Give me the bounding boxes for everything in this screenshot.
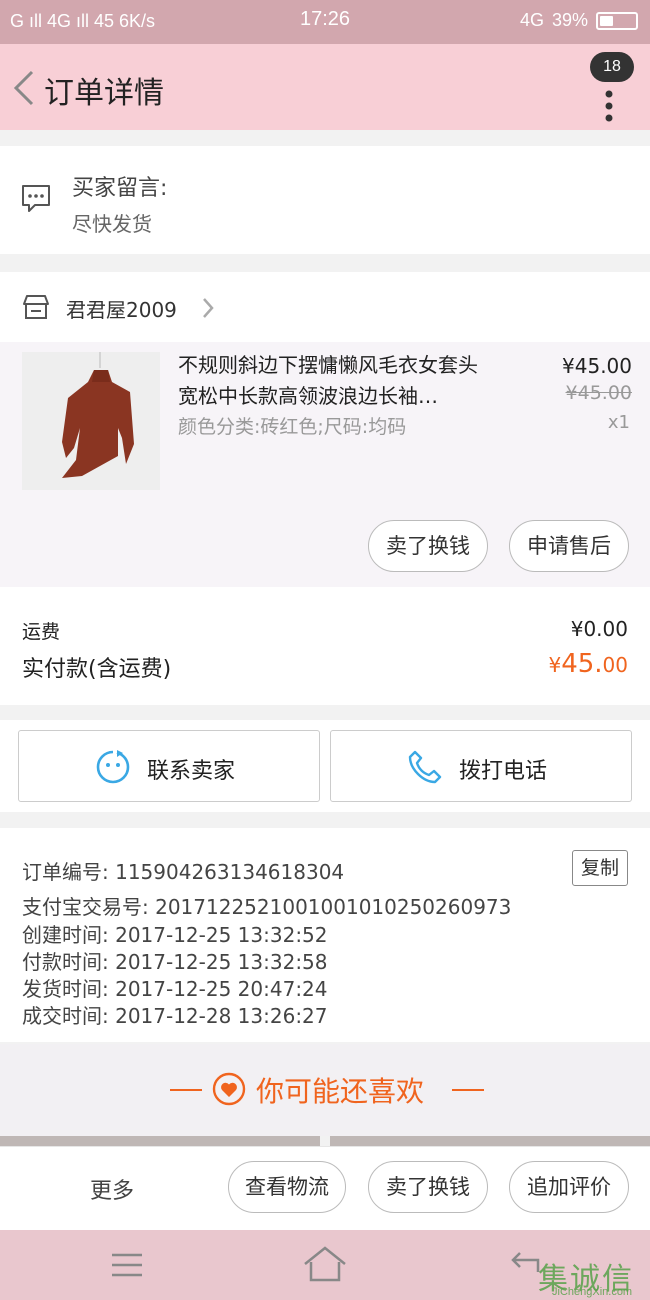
paid-label: 实付款(含运费)	[22, 657, 172, 682]
product-item[interactable]: 不规则斜边下摆慵懒风毛衣女套头宽松中长款高领波浪边长袖… 颜色分类:砖红色;尺码…	[0, 342, 650, 587]
sell-exchange-bottom-button[interactable]: 卖了换钱	[368, 1161, 488, 1213]
alipay-number: 支付宝交易号: 2017122521001001010250260973	[22, 895, 512, 919]
contact-section: 联系卖家 拨打电话	[0, 720, 650, 812]
more-button[interactable]: 更多	[90, 1173, 134, 1205]
shipped-time: 发货时间: 2017-12-25 20:47:24	[22, 977, 328, 1001]
header-bar: 订单详情 18	[0, 44, 650, 130]
message-icon	[22, 185, 50, 212]
status-bar: G ıll 4G ıll 45 6K/s 17:26 4G 39%	[0, 0, 650, 44]
home-icon[interactable]	[302, 1244, 348, 1284]
fee-summary: 运费 ¥0.00 实付款(含运费) ¥45.00	[0, 587, 650, 705]
recommend-title: 你可能还喜欢	[256, 1075, 425, 1108]
page-title: 订单详情	[44, 76, 164, 111]
paid-integer: 45.	[561, 649, 603, 679]
after-sale-button[interactable]: 申请售后	[509, 520, 629, 572]
more-dots-icon[interactable]	[604, 80, 614, 132]
smile-chat-icon	[96, 750, 130, 784]
buyer-message-content: 尽快发货	[72, 212, 152, 236]
notification-badge: 18	[590, 52, 634, 82]
product-quantity: x1	[607, 412, 630, 433]
recommend-thumb-left[interactable]	[0, 1136, 320, 1146]
back-arrow-icon[interactable]	[10, 68, 40, 108]
bottom-action-bar: 更多 查看物流 卖了换钱 追加评价	[0, 1146, 650, 1230]
paid-decimal: 00	[602, 653, 628, 677]
buyer-message-section: 买家留言: 尽快发货	[0, 146, 650, 254]
shop-name[interactable]: 君君屋2009	[66, 294, 177, 323]
copy-button[interactable]: 复制	[572, 850, 628, 886]
divider-right	[452, 1089, 484, 1091]
battery-text: 39%	[551, 10, 588, 30]
status-right: 4G 39%	[520, 10, 638, 31]
product-original-price: ¥45.00	[565, 382, 632, 404]
watermark-sub: JiChengXin.com	[552, 1286, 633, 1298]
call-phone-label: 拨打电话	[459, 759, 548, 784]
shipping-value: ¥0.00	[570, 617, 628, 641]
phone-icon	[408, 750, 442, 784]
contact-seller-button[interactable]: 联系卖家	[18, 730, 320, 802]
recommend-header: 你可能还喜欢	[0, 1044, 650, 1136]
chevron-right-icon	[203, 298, 214, 318]
menu-icon[interactable]	[110, 1252, 144, 1278]
recommend-thumb-right[interactable]	[330, 1136, 650, 1146]
battery-level	[600, 15, 614, 26]
paid-time: 付款时间: 2017-12-25 13:32:58	[22, 950, 328, 974]
network-label: 4G	[519, 10, 544, 30]
product-image[interactable]	[22, 352, 160, 490]
add-review-button[interactable]: 追加评价	[509, 1161, 629, 1213]
view-logistics-button[interactable]: 查看物流	[228, 1161, 346, 1213]
call-phone-button[interactable]: 拨打电话	[330, 730, 632, 802]
shop-icon	[23, 295, 49, 319]
completed-time: 成交时间: 2017-12-28 13:26:27	[22, 1004, 328, 1028]
product-price: ¥45.00	[562, 354, 632, 378]
buyer-message-label: 买家留言:	[72, 176, 168, 201]
paid-value: ¥45.00	[548, 649, 628, 679]
watermark: 集诚信 JiChengXin.com	[526, 1248, 646, 1300]
shipping-label: 运费	[22, 621, 61, 643]
contact-seller-label: 联系卖家	[147, 759, 236, 784]
divider-left	[170, 1089, 202, 1091]
order-number: 订单编号: 115904263134618304	[22, 860, 345, 884]
created-time: 创建时间: 2017-12-25 13:32:52	[22, 923, 328, 947]
heart-icon	[212, 1072, 246, 1106]
sell-exchange-button[interactable]: 卖了换钱	[368, 520, 488, 572]
shop-row[interactable]: 君君屋2009	[0, 272, 650, 342]
paid-currency: ¥	[548, 653, 562, 677]
order-info-section: 订单编号: 115904263134618304 复制 支付宝交易号: 2017…	[0, 828, 650, 1042]
product-title[interactable]: 不规则斜边下摆慵懒风毛衣女套头宽松中长款高领波浪边长袖…	[178, 350, 488, 412]
product-sku: 颜色分类:砖红色;尺码:均码	[178, 416, 407, 438]
battery-icon	[596, 11, 638, 30]
